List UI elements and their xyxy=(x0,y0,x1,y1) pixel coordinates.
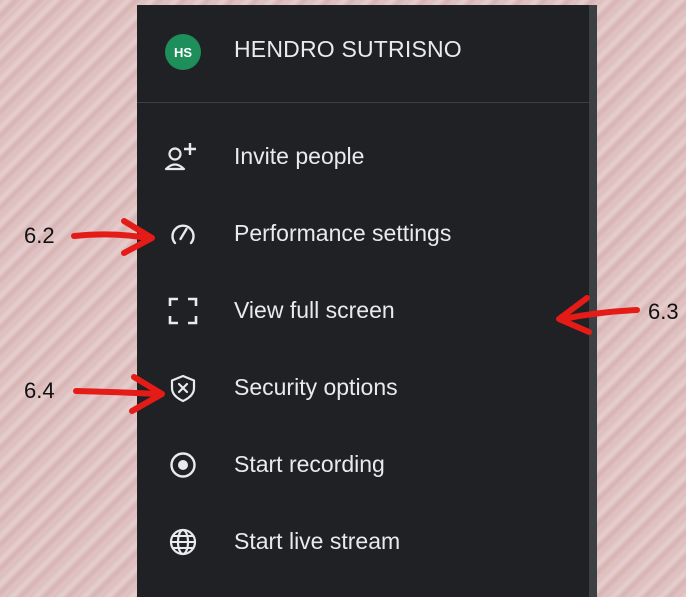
overflow-menu: HS HENDRO SUTRISNO Invite people Perform… xyxy=(137,5,597,597)
annotation-label: 6.2 xyxy=(24,223,55,248)
avatar: HS xyxy=(165,34,201,70)
menu-item-label: Performance settings xyxy=(234,220,452,246)
menu-item-start-recording[interactable]: Start recording xyxy=(137,435,589,495)
menu-item-start-live-stream[interactable]: Start live stream xyxy=(137,512,589,572)
add-person-icon xyxy=(161,141,205,173)
gauge-icon xyxy=(161,218,205,250)
annotation-label: 6.4 xyxy=(24,378,55,403)
menu-item-label: Start recording xyxy=(234,451,385,477)
red-arrow-icon xyxy=(71,218,155,256)
menu-header: HS HENDRO SUTRISNO xyxy=(137,5,589,103)
menu-item-label: View full screen xyxy=(234,297,395,323)
fullscreen-icon xyxy=(161,295,205,327)
record-icon xyxy=(161,449,205,481)
globe-icon xyxy=(161,526,205,558)
red-arrow-icon xyxy=(73,374,165,414)
menu-item-security-options[interactable]: Security options xyxy=(137,358,589,418)
menu-item-label: Start live stream xyxy=(234,528,401,554)
menu-item-performance-settings[interactable]: Performance settings xyxy=(137,204,589,264)
menu-item-invite-people[interactable]: Invite people xyxy=(137,127,589,187)
user-name: HENDRO SUTRISNO xyxy=(234,36,462,62)
red-arrow-icon xyxy=(556,295,640,335)
menu-item-view-full-screen[interactable]: View full screen xyxy=(137,281,589,341)
menu-item-label: Invite people xyxy=(234,143,365,169)
annotation-label: 6.3 xyxy=(648,299,679,324)
menu-item-label: Security options xyxy=(234,374,398,400)
